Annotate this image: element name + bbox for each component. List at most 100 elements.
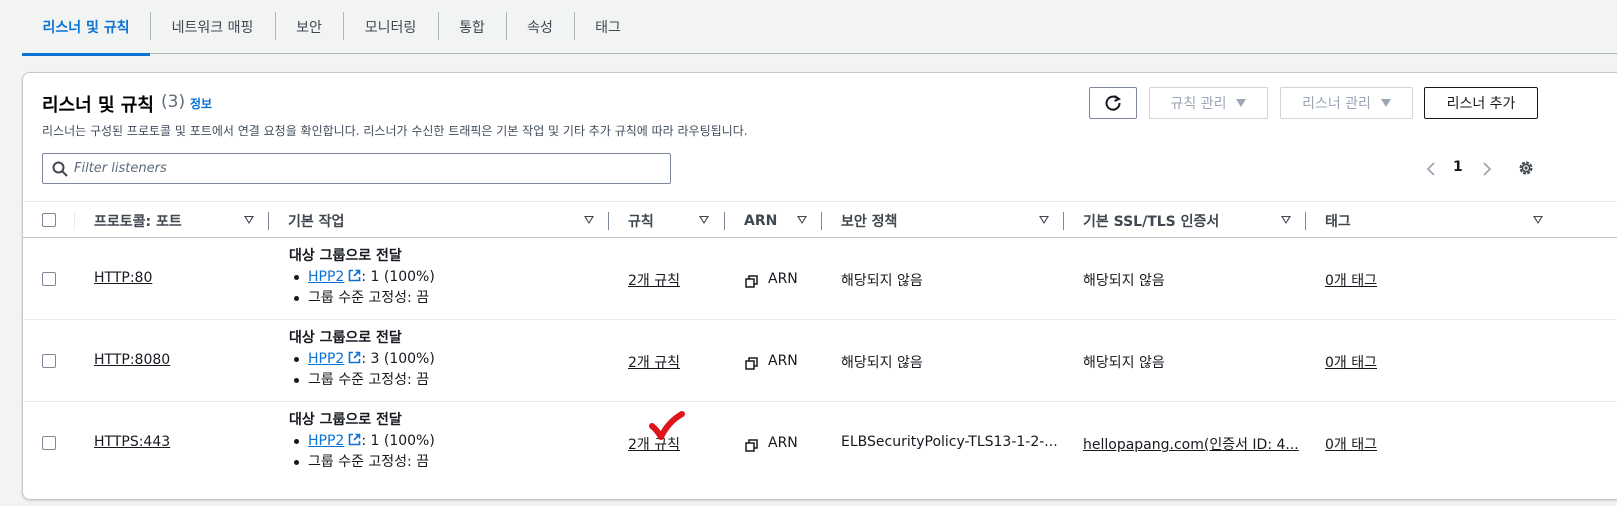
manage-listeners-button[interactable]: 리스너 관리 bbox=[1280, 87, 1413, 119]
rules-link[interactable]: 2개 규칙 bbox=[628, 270, 680, 290]
stickiness-text: 그룹 수준 고정성: 끔 bbox=[308, 454, 430, 470]
select-all-checkbox[interactable] bbox=[42, 213, 56, 227]
caret-down-icon bbox=[1380, 99, 1391, 107]
list-item: HPP2 : 1 (100%) bbox=[289, 267, 435, 288]
sort-icon[interactable] bbox=[1039, 216, 1049, 224]
list-item: HPP2 : 1 (100%) bbox=[289, 431, 435, 452]
chevron-right-icon[interactable] bbox=[1479, 162, 1493, 176]
row-checkbox[interactable] bbox=[42, 436, 56, 450]
target-group-link[interactable]: HPP2 bbox=[308, 269, 344, 285]
column-divider[interactable] bbox=[1305, 212, 1306, 230]
column-divider[interactable] bbox=[268, 212, 269, 230]
target-group-link[interactable]: HPP2 bbox=[308, 351, 344, 367]
sort-icon[interactable] bbox=[797, 216, 807, 224]
column-divider[interactable] bbox=[608, 212, 609, 230]
listener-link[interactable]: HTTP:80 bbox=[94, 270, 152, 286]
add-listener-button[interactable]: 리스너 추가 bbox=[1424, 87, 1538, 119]
panel-title: 리스너 및 규칙 bbox=[42, 95, 154, 116]
table-row: HTTP:80 대상 그룹으로 전달 HPP2 : 1 (100%) 그룹 수준 … bbox=[23, 238, 1617, 320]
column-header-rules[interactable]: 규칙 bbox=[628, 202, 654, 239]
column-divider[interactable] bbox=[821, 212, 822, 230]
default-action: 대상 그룹으로 전달 HPP2 : 1 (100%) 그룹 수준 고정성: 끔 bbox=[289, 246, 435, 309]
filter-input[interactable] bbox=[74, 154, 664, 183]
chevron-left-icon[interactable] bbox=[1425, 162, 1439, 176]
certificate-value: 해당되지 않음 bbox=[1083, 355, 1165, 371]
check-mark-annotation-icon bbox=[649, 411, 685, 440]
column-header-arn[interactable]: ARN bbox=[744, 202, 777, 239]
row-checkbox[interactable] bbox=[42, 354, 56, 368]
sort-icon[interactable] bbox=[244, 216, 254, 224]
sort-icon[interactable] bbox=[1281, 216, 1291, 224]
tab-attributes[interactable]: 속성 bbox=[506, 0, 574, 54]
listener-link[interactable]: HTTPS:443 bbox=[94, 434, 170, 450]
column-divider[interactable] bbox=[724, 212, 725, 230]
column-header-default-action[interactable]: 기본 작업 bbox=[288, 202, 344, 239]
copy-icon[interactable] bbox=[745, 357, 758, 370]
external-link-icon[interactable] bbox=[348, 433, 361, 446]
action-title: 대상 그룹으로 전달 bbox=[289, 412, 402, 428]
external-link-icon[interactable] bbox=[348, 269, 361, 282]
manage-listeners-label: 리스너 관리 bbox=[1302, 96, 1371, 112]
arn-label: ARN bbox=[768, 353, 798, 369]
security-policy-value: 해당되지 않음 bbox=[841, 273, 923, 289]
target-weight: : 1 (100%) bbox=[361, 269, 435, 285]
default-action: 대상 그룹으로 전달 HPP2 : 3 (100%) 그룹 수준 고정성: 끔 bbox=[289, 328, 435, 391]
table-row: HTTPS:443 대상 그룹으로 전달 HPP2 : 1 (100%) 그룹 수… bbox=[23, 402, 1617, 484]
column-header-certificate[interactable]: 기본 SSL/TLS 인증서 bbox=[1083, 202, 1219, 239]
action-title: 대상 그룹으로 전달 bbox=[289, 330, 402, 346]
certificate-value: 해당되지 않음 bbox=[1083, 273, 1165, 289]
tags-link[interactable]: 0개 태그 bbox=[1325, 270, 1377, 290]
table-header: 프로토콜: 포트 기본 작업 규칙 ARN 보안 정책 기본 SSL/TLS 인… bbox=[23, 201, 1617, 238]
sort-icon[interactable] bbox=[584, 216, 594, 224]
action-title: 대상 그룹으로 전달 bbox=[289, 248, 402, 264]
list-item: 그룹 수준 고정성: 끔 bbox=[289, 452, 435, 473]
security-policy-value: ELBSecurityPolicy-TLS13-1-2-... bbox=[841, 434, 1058, 450]
stickiness-text: 그룹 수준 고정성: 끔 bbox=[308, 372, 430, 388]
tags-link[interactable]: 0개 태그 bbox=[1325, 352, 1377, 372]
listener-link[interactable]: HTTP:8080 bbox=[94, 352, 170, 368]
tags-link[interactable]: 0개 태그 bbox=[1325, 434, 1377, 454]
sort-icon[interactable] bbox=[699, 216, 709, 224]
listener-count: (3) bbox=[161, 92, 186, 112]
tab-monitoring[interactable]: 모니터링 bbox=[343, 0, 438, 54]
tab-security[interactable]: 보안 bbox=[275, 0, 343, 54]
column-header-protocol-port[interactable]: 프로토콜: 포트 bbox=[94, 202, 182, 239]
sort-icon[interactable] bbox=[1533, 216, 1543, 224]
filter-field[interactable] bbox=[42, 153, 671, 184]
default-action: 대상 그룹으로 전달 HPP2 : 1 (100%) 그룹 수준 고정성: 끔 bbox=[289, 410, 435, 473]
target-group-link[interactable]: HPP2 bbox=[308, 433, 344, 449]
target-weight: : 1 (100%) bbox=[361, 433, 435, 449]
list-item: 그룹 수준 고정성: 끔 bbox=[289, 370, 435, 391]
manage-rules-label: 규칙 관리 bbox=[1170, 96, 1227, 112]
gear-icon[interactable] bbox=[1517, 159, 1535, 177]
caret-down-icon bbox=[1236, 99, 1247, 107]
column-divider bbox=[74, 212, 75, 230]
certificate-link[interactable]: hellopapang.com(인증서 ID: 4... bbox=[1083, 434, 1299, 454]
refresh-icon bbox=[1105, 95, 1122, 111]
tab-network-mapping[interactable]: 네트워크 매핑 bbox=[150, 0, 275, 54]
tab-tags[interactable]: 태그 bbox=[574, 0, 642, 54]
refresh-button[interactable] bbox=[1089, 87, 1137, 119]
list-item: 그룹 수준 고정성: 끔 bbox=[289, 288, 435, 309]
tab-integrations[interactable]: 통합 bbox=[438, 0, 506, 54]
stickiness-text: 그룹 수준 고정성: 끔 bbox=[308, 290, 430, 306]
copy-icon[interactable] bbox=[745, 439, 758, 452]
table-row: HTTP:8080 대상 그룹으로 전달 HPP2 : 3 (100%) 그룹 수… bbox=[23, 320, 1617, 402]
arn-label: ARN bbox=[768, 435, 798, 451]
tab-listeners-rules[interactable]: 리스너 및 규칙 bbox=[22, 0, 150, 56]
info-link[interactable]: 정보 bbox=[190, 95, 212, 112]
search-icon bbox=[52, 161, 68, 177]
row-checkbox[interactable] bbox=[42, 272, 56, 286]
list-item: HPP2 : 3 (100%) bbox=[289, 349, 435, 370]
copy-icon[interactable] bbox=[745, 275, 758, 288]
arn-label: ARN bbox=[768, 271, 798, 287]
column-header-security-policy[interactable]: 보안 정책 bbox=[841, 202, 897, 239]
page-number[interactable]: 1 bbox=[1453, 159, 1463, 175]
rules-link[interactable]: 2개 규칙 bbox=[628, 352, 680, 372]
column-divider[interactable] bbox=[1063, 212, 1064, 230]
external-link-icon[interactable] bbox=[348, 351, 361, 364]
listeners-panel: 리스너 및 규칙 (3) 정보 리스너는 구성된 프로토콜 및 포트에서 연결 … bbox=[22, 72, 1617, 500]
column-header-tags[interactable]: 태그 bbox=[1325, 202, 1351, 239]
target-weight: : 3 (100%) bbox=[361, 351, 435, 367]
manage-rules-button[interactable]: 규칙 관리 bbox=[1149, 87, 1268, 119]
